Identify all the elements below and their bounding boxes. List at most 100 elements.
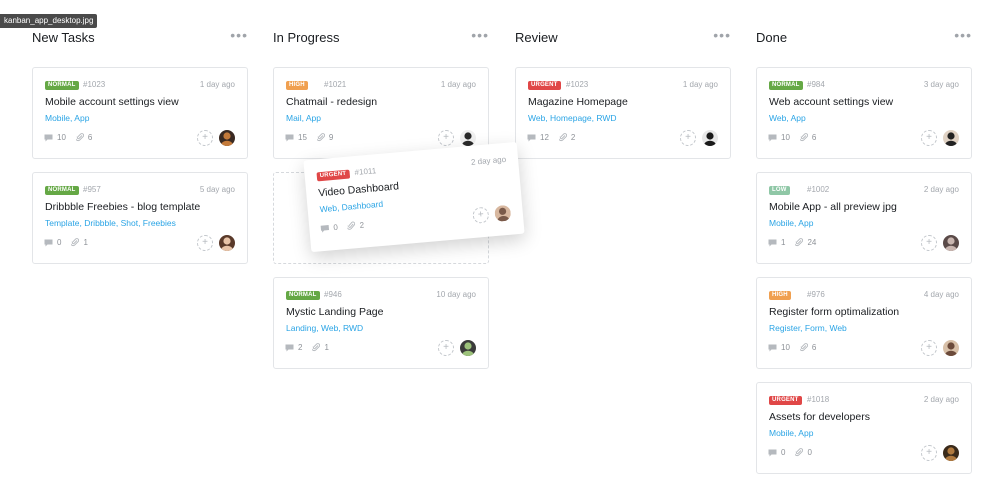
comments-stat: 10 bbox=[44, 133, 66, 142]
user-avatar-icon bbox=[219, 235, 235, 251]
add-member-button[interactable]: + bbox=[197, 130, 213, 146]
add-member-button[interactable]: + bbox=[921, 235, 937, 251]
card-timestamp: 1 day ago bbox=[199, 80, 235, 89]
add-member-button[interactable]: + bbox=[197, 235, 213, 251]
card-timestamp: 1 day ago bbox=[682, 80, 718, 89]
priority-badge: NORMAL bbox=[286, 291, 320, 300]
avatar[interactable] bbox=[943, 445, 959, 461]
comments-stat: 15 bbox=[285, 133, 307, 142]
card-tags[interactable]: Mobile, App bbox=[769, 428, 813, 438]
task-card[interactable]: URGENT #1023 1 day ago Magazine Homepage… bbox=[515, 67, 731, 159]
paperclip-icon bbox=[71, 238, 80, 246]
comment-icon bbox=[768, 134, 777, 141]
card-timestamp: 3 day ago bbox=[923, 80, 959, 89]
add-member-button[interactable]: + bbox=[921, 130, 937, 146]
card-tags[interactable]: Mobile, App bbox=[769, 218, 813, 228]
add-member-button[interactable]: + bbox=[921, 445, 937, 461]
card-title[interactable]: Video Dashboard bbox=[318, 180, 400, 199]
card-tags[interactable]: Register, Form, Web bbox=[769, 323, 847, 333]
card-title[interactable]: Assets for developers bbox=[769, 411, 870, 423]
add-member-button[interactable]: + bbox=[472, 206, 490, 224]
task-card[interactable]: NORMAL #1023 1 day ago Mobile account se… bbox=[32, 67, 248, 159]
card-title[interactable]: Magazine Homepage bbox=[528, 96, 628, 108]
avatar[interactable] bbox=[943, 235, 959, 251]
comments-stat: 0 bbox=[320, 223, 338, 233]
user-avatar-icon bbox=[460, 340, 476, 356]
attachments-stat: 2 bbox=[347, 220, 365, 230]
task-card[interactable]: NORMAL #946 10 day ago Mystic Landing Pa… bbox=[273, 277, 489, 369]
paperclip-icon bbox=[795, 448, 804, 456]
task-card[interactable]: HIGH #1021 1 day ago Chatmail - redesign… bbox=[273, 67, 489, 159]
card-title[interactable]: Mobile App - all preview jpg bbox=[769, 201, 897, 213]
column-menu-icon[interactable]: ••• bbox=[230, 28, 248, 42]
user-avatar-icon bbox=[943, 445, 959, 461]
card-tags[interactable]: Web, App bbox=[769, 113, 806, 123]
card-tags[interactable]: Mail, App bbox=[286, 113, 321, 123]
avatar[interactable] bbox=[460, 130, 476, 146]
attachments-stat: 6 bbox=[799, 133, 816, 142]
task-card[interactable]: URGENT #1018 2 day ago Assets for develo… bbox=[756, 382, 972, 474]
attachments-stat: 1 bbox=[312, 343, 329, 352]
card-timestamp: 2 day ago bbox=[470, 154, 507, 167]
comment-icon bbox=[768, 344, 777, 351]
task-card[interactable]: HIGH #976 4 day ago Register form optima… bbox=[756, 277, 972, 369]
comments-count: 12 bbox=[540, 133, 549, 142]
comments-count: 15 bbox=[298, 133, 307, 142]
card-title[interactable]: Web account settings view bbox=[769, 96, 893, 108]
card-title[interactable]: Register form optimalization bbox=[769, 306, 899, 318]
avatar[interactable] bbox=[219, 235, 235, 251]
column-menu-icon[interactable]: ••• bbox=[713, 28, 731, 42]
add-member-button[interactable]: + bbox=[438, 130, 454, 146]
card-tags[interactable]: Web, Homepage, RWD bbox=[528, 113, 617, 123]
card-stats: 10 6 bbox=[768, 133, 826, 142]
card-title[interactable]: Chatmail - redesign bbox=[286, 96, 377, 108]
attachments-stat: 24 bbox=[795, 238, 816, 247]
avatar[interactable] bbox=[702, 130, 718, 146]
attachments-count: 1 bbox=[83, 238, 88, 247]
add-member-button[interactable]: + bbox=[921, 340, 937, 356]
card-tags[interactable]: Template, Dribbble, Shot, Freebies bbox=[45, 218, 176, 228]
comment-icon bbox=[768, 449, 777, 456]
comment-icon bbox=[527, 134, 536, 141]
task-id: #976 bbox=[807, 290, 825, 299]
paperclip-icon bbox=[75, 133, 84, 141]
attachments-count: 1 bbox=[324, 343, 329, 352]
task-card[interactable]: LOW #1002 2 day ago Mobile App - all pre… bbox=[756, 172, 972, 264]
comments-stat: 0 bbox=[768, 448, 785, 457]
attachments-stat: 1 bbox=[71, 238, 88, 247]
card-tags[interactable]: Mobile, App bbox=[45, 113, 89, 123]
task-card[interactable]: NORMAL #984 3 day ago Web account settin… bbox=[756, 67, 972, 159]
card-tags[interactable]: Landing, Web, RWD bbox=[286, 323, 363, 333]
column-header: Review ••• bbox=[515, 28, 733, 46]
card-stats: 0 0 bbox=[768, 448, 822, 457]
add-member-button[interactable]: + bbox=[438, 340, 454, 356]
card-title[interactable]: Dribbble Freebies - blog template bbox=[45, 201, 200, 213]
add-member-button[interactable]: + bbox=[680, 130, 696, 146]
task-id: #1023 bbox=[566, 80, 589, 89]
comments-count: 10 bbox=[781, 133, 790, 142]
priority-badge: NORMAL bbox=[769, 81, 803, 90]
card-title[interactable]: Mobile account settings view bbox=[45, 96, 179, 108]
attachments-stat: 0 bbox=[795, 448, 812, 457]
avatar[interactable] bbox=[943, 340, 959, 356]
user-avatar-icon bbox=[494, 204, 512, 222]
column-menu-icon[interactable]: ••• bbox=[471, 28, 489, 42]
attachments-count: 2 bbox=[570, 133, 576, 142]
priority-badge: URGENT bbox=[769, 396, 802, 405]
avatar[interactable] bbox=[460, 340, 476, 356]
avatar[interactable] bbox=[219, 130, 235, 146]
dragging-task-card[interactable]: URGENT #1011 2 day ago Video Dashboard W… bbox=[303, 141, 525, 253]
column-menu-icon[interactable]: ••• bbox=[954, 28, 972, 42]
task-id: #1021 bbox=[324, 80, 347, 89]
comments-stat: 10 bbox=[768, 133, 790, 142]
priority-badge: HIGH bbox=[286, 81, 308, 90]
card-title[interactable]: Mystic Landing Page bbox=[286, 306, 383, 318]
avatar[interactable] bbox=[943, 130, 959, 146]
card-tags[interactable]: Web, Dashboard bbox=[319, 199, 383, 215]
avatar[interactable] bbox=[494, 204, 512, 222]
comments-stat: 1 bbox=[768, 238, 785, 247]
priority-badge: NORMAL bbox=[45, 81, 79, 90]
user-avatar-icon bbox=[219, 130, 235, 146]
task-card[interactable]: NORMAL #957 5 day ago Dribbble Freebies … bbox=[32, 172, 248, 264]
comment-icon bbox=[285, 134, 294, 141]
